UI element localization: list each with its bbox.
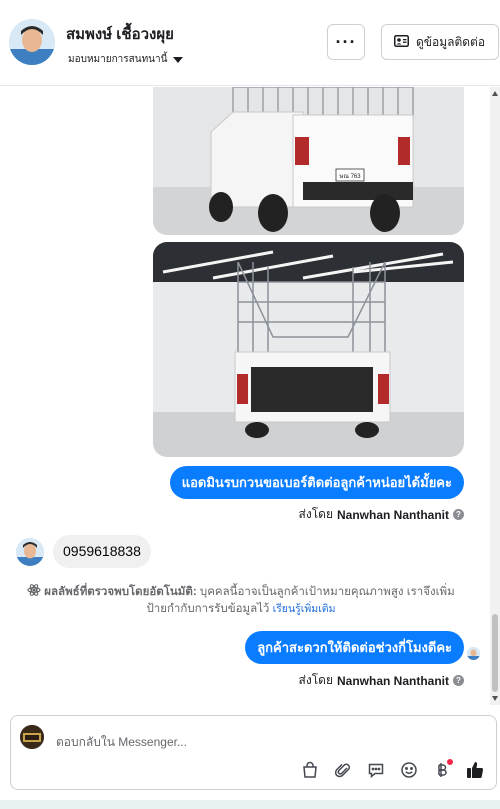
view-contact-info-label: ดูข้อมูลติดต่อ bbox=[416, 34, 486, 49]
sent-by-label: ส่งโดย Nanwhan Nanthanit ? bbox=[299, 505, 464, 524]
notification-dot bbox=[447, 759, 453, 765]
sent-by-label: ส่งโดย Nanwhan Nanthanit ? bbox=[299, 671, 464, 690]
reply-input[interactable]: ตอบกลับใน Messenger... bbox=[56, 733, 187, 752]
thumbs-up-icon[interactable] bbox=[464, 759, 486, 781]
contact-card-icon bbox=[394, 34, 409, 50]
assign-label: มอบหมายการสนทนานี้ bbox=[68, 54, 168, 65]
outgoing-message-bubble[interactable]: แอดมินรบกวนขอเบอร์ติดต่อลูกค้าหน่อยได้มั… bbox=[169, 466, 464, 499]
incoming-message-bubble[interactable]: 0959618838 bbox=[53, 535, 151, 568]
seen-indicator-avatar bbox=[467, 647, 480, 660]
auto-detected-lead-notice: ผลลัพธ์ที่ตรวจพบโดยอัตโนมัติ: บุคคลนี้อา… bbox=[18, 583, 464, 618]
contact-name: สมพงษ์ เชื้อวงผุย bbox=[66, 26, 174, 43]
auto-detect-title: ผลลัพธ์ที่ตรวจพบโดยอัตโนมัติ: bbox=[44, 586, 197, 598]
license-plate-text: ษณ 763 bbox=[339, 174, 361, 180]
baht-icon[interactable] bbox=[431, 759, 453, 781]
bottom-strip bbox=[0, 800, 500, 809]
page-avatar bbox=[20, 725, 44, 749]
composer-toolbar bbox=[299, 759, 486, 781]
conversation-header: สมพงษ์ เชื้อวงผุย มอบหมายการสนทนานี้ ···… bbox=[0, 0, 500, 86]
scroll-down-arrow-icon[interactable] bbox=[492, 696, 498, 701]
learn-more-link[interactable]: เรียนรู้เพิ่มเติม bbox=[273, 603, 336, 615]
view-contact-info-button[interactable]: ดูข้อมูลติดต่อ bbox=[381, 24, 499, 60]
sender-name: Nanwhan Nanthanit bbox=[336, 673, 449, 688]
chat-icon[interactable] bbox=[365, 759, 387, 781]
bag-icon[interactable] bbox=[299, 759, 321, 781]
info-icon[interactable]: ? bbox=[453, 509, 464, 520]
atom-icon bbox=[27, 583, 41, 597]
info-icon[interactable]: ? bbox=[453, 675, 464, 686]
thread-scrollbar[interactable] bbox=[490, 87, 500, 705]
message-photo-truck-rear[interactable]: ษณ 763 bbox=[153, 87, 464, 235]
emoji-icon[interactable] bbox=[398, 759, 420, 781]
sent-by-prefix: ส่งโดย bbox=[298, 507, 333, 521]
customer-avatar[interactable] bbox=[16, 538, 44, 566]
contact-avatar[interactable] bbox=[9, 19, 55, 65]
outgoing-message-bubble[interactable]: ลูกค้าสะดวกให้ติดต่อช่วงกี่โมงดีคะ bbox=[245, 631, 464, 664]
caret-down-icon bbox=[173, 56, 184, 63]
reply-composer[interactable]: ตอบกลับใน Messenger... bbox=[10, 715, 497, 790]
more-options-button[interactable]: ··· bbox=[327, 24, 365, 60]
more-icon: ··· bbox=[335, 31, 357, 52]
scrollbar-thumb[interactable] bbox=[492, 614, 498, 692]
message-photo-truck-bed[interactable] bbox=[153, 242, 464, 457]
scroll-up-arrow-icon[interactable] bbox=[492, 91, 498, 96]
message-thread: ษณ 763 แอดมินรบกวนขอเบอร์ติดต่อลูกค้าหน่… bbox=[0, 87, 490, 705]
sent-by-prefix: ส่งโดย bbox=[298, 673, 333, 687]
paperclip-icon[interactable] bbox=[332, 759, 354, 781]
sender-name: Nanwhan Nanthanit bbox=[336, 507, 449, 522]
assign-conversation-dropdown[interactable]: มอบหมายการสนทนานี้ bbox=[68, 52, 184, 67]
